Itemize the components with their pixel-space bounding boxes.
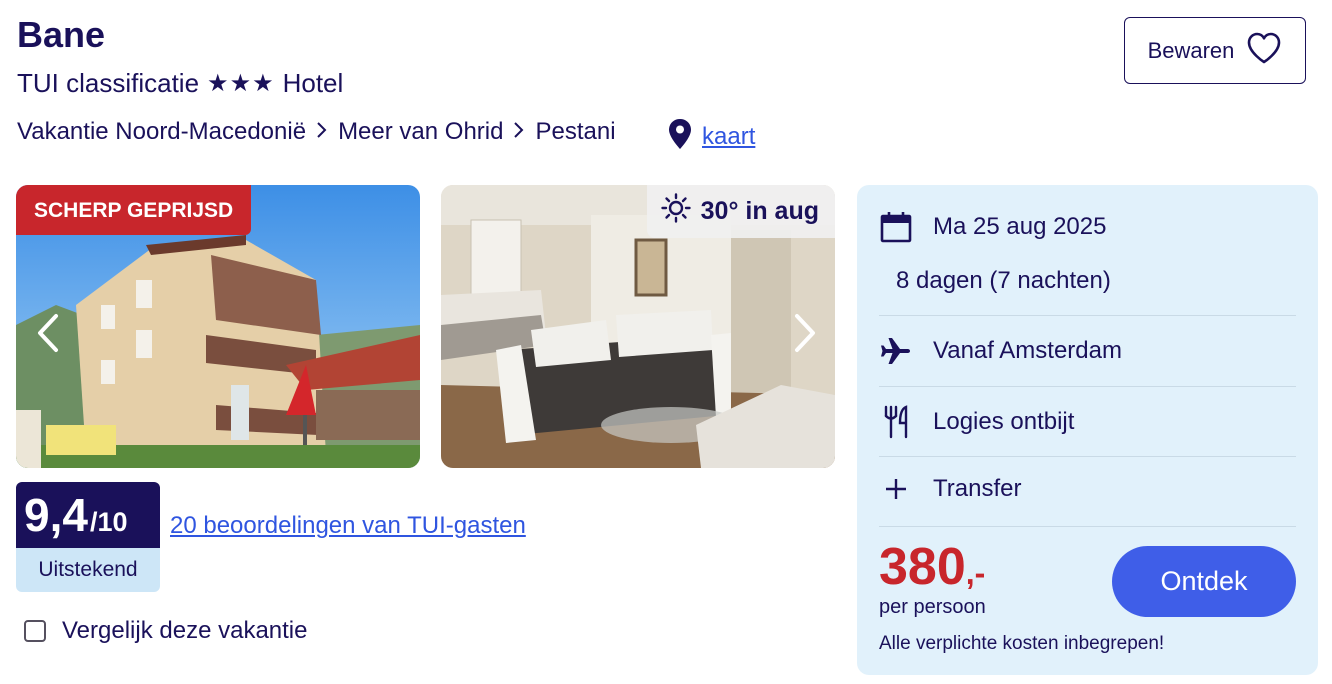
- price: 380 ,-: [879, 537, 985, 597]
- save-button[interactable]: Bewaren: [1124, 17, 1306, 84]
- chevron-right-icon: [513, 119, 525, 145]
- classification-prefix: TUI classificatie: [17, 68, 200, 98]
- weather-text: 30° in aug: [700, 197, 819, 225]
- board-type: Logies ontbijt: [933, 408, 1075, 435]
- departure-airport: Vanaf Amsterdam: [933, 337, 1122, 364]
- costs-note: Alle verplichte kosten inbegrepen!: [879, 633, 1165, 654]
- divider: [879, 526, 1296, 527]
- compare-label: Vergelijk deze vakantie: [62, 617, 308, 644]
- transfer-row: Transfer: [879, 475, 1296, 503]
- duration-text: 8 dagen (7 nachten): [896, 267, 1111, 294]
- hotel-classification: TUI classificatie ★★★ Hotel: [17, 68, 343, 99]
- hotel-room-photo[interactable]: 30° in aug: [441, 185, 835, 468]
- divider: [879, 456, 1296, 457]
- booking-panel: Ma 25 aug 2025 8 dagen (7 nachten) Vanaf…: [857, 185, 1318, 675]
- divider: [879, 315, 1296, 316]
- board-type-row: Logies ontbijt: [879, 405, 1296, 439]
- next-photo-icon[interactable]: [791, 313, 819, 353]
- compare-option[interactable]: Vergelijk deze vakantie: [24, 617, 307, 645]
- rating-score: 9,4: [24, 489, 88, 541]
- map-pin-icon: [668, 118, 692, 155]
- airplane-icon: [879, 335, 913, 367]
- accommodation-type: Hotel: [282, 68, 344, 98]
- departure-date: Ma 25 aug 2025: [933, 213, 1107, 240]
- compare-checkbox[interactable]: [24, 620, 46, 642]
- price-suffix: ,-: [965, 555, 986, 591]
- transfer-label: Transfer: [933, 475, 1022, 502]
- rating-badge: 9,4 /10 Uitstekend: [16, 482, 160, 592]
- breadcrumb-place[interactable]: Pestani: [535, 118, 615, 146]
- plus-icon: [879, 477, 913, 501]
- sharp-price-badge: SCHERP GEPRIJSD: [16, 185, 252, 235]
- chevron-right-icon: [316, 119, 328, 145]
- reviews-link[interactable]: 20 beoordelingen van TUI-gasten: [170, 512, 526, 540]
- previous-photo-icon[interactable]: [34, 313, 62, 353]
- hotel-exterior-photo[interactable]: SCHERP GEPRIJSD: [16, 185, 420, 468]
- map-link-group[interactable]: kaart: [668, 118, 755, 155]
- map-link[interactable]: kaart: [702, 123, 755, 151]
- calendar-icon: [879, 211, 913, 243]
- divider: [879, 386, 1296, 387]
- discover-button[interactable]: Ontdek: [1112, 546, 1296, 617]
- breadcrumb-country[interactable]: Vakantie Noord-Macedonië: [17, 118, 306, 146]
- rating-label: Uitstekend: [16, 548, 160, 592]
- departure-airport-row: Vanaf Amsterdam: [879, 335, 1296, 367]
- heart-icon: [1246, 31, 1282, 71]
- rating-scale: /10: [89, 507, 128, 537]
- stars-rating: ★★★: [207, 70, 275, 97]
- breadcrumb-region[interactable]: Meer van Ohrid: [338, 118, 503, 146]
- save-button-label: Bewaren: [1147, 37, 1235, 63]
- rating-score-block: 9,4 /10: [16, 482, 160, 548]
- price-amount: 380: [879, 538, 966, 596]
- breadcrumb: Vakantie Noord-Macedonië Meer van Ohrid …: [17, 118, 616, 146]
- duration-row: 8 dagen (7 nachten): [896, 267, 1313, 295]
- departure-date-row: Ma 25 aug 2025: [879, 211, 1296, 243]
- weather-badge: 30° in aug: [646, 185, 835, 238]
- hotel-name: Bane: [17, 14, 106, 55]
- fork-knife-icon: [879, 405, 913, 439]
- sun-icon: [660, 193, 691, 230]
- price-per-person: per persoon: [879, 596, 986, 618]
